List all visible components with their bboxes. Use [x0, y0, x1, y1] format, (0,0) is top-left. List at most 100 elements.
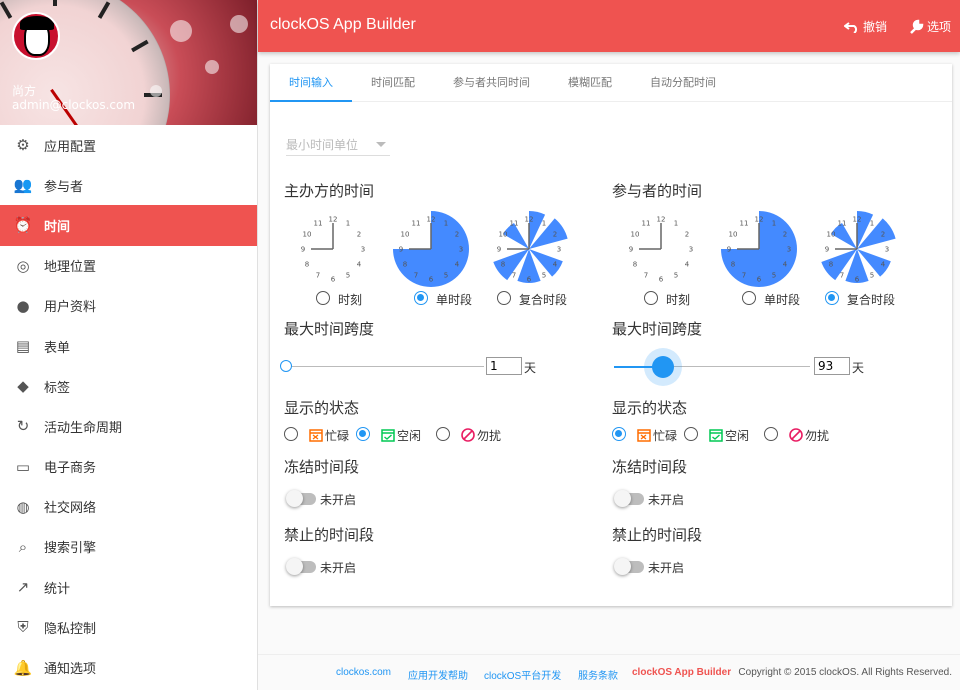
participant-mode-radio-multi-period[interactable]	[825, 291, 839, 305]
sidebar-item-trending[interactable]: ↗ 统计	[0, 567, 257, 607]
undo-button[interactable]: 撤销	[844, 18, 887, 35]
participant-forbidden-toggle[interactable]	[614, 558, 644, 575]
participant-mode-radio-single-period[interactable]	[742, 291, 756, 305]
svg-text:11: 11	[740, 220, 749, 228]
organizer-status-radio-dnd[interactable]	[436, 427, 450, 441]
sidebar-item-label: 地理位置	[44, 260, 97, 276]
svg-text:10: 10	[631, 231, 640, 239]
user-name: 尚方	[12, 84, 37, 98]
time-settings-card: 时间输入 时间匹配 参与者共同时间 模糊匹配 自动分配时间 最小时间单位 主办方的时间 1…	[270, 64, 952, 606]
participant-time-column: 参与者的时间 12 1 2 3 4 5 6 7 8 9 10 11 时刻 12 1 2 3 4 5 6 7 8 9 10 11 单时…	[612, 180, 940, 580]
organizer-mode-label: 复合时段	[519, 293, 568, 307]
sidebar-item-clipboard[interactable]: ▤ 表单	[0, 326, 257, 366]
sidebar-item-search[interactable]: ⌕ 搜索引擎	[0, 527, 257, 567]
svg-text:10: 10	[729, 231, 738, 239]
svg-text:12: 12	[657, 216, 666, 224]
svg-text:9: 9	[727, 246, 731, 254]
organizer-single-period-clock-icon: 12 1 2 3 4 5 6 7 8 9 10 11	[390, 208, 472, 290]
participant-status-radio-free[interactable]	[684, 427, 698, 441]
sidebar-item-account[interactable]: ● 用户资料	[0, 286, 257, 326]
svg-text:3: 3	[689, 246, 693, 254]
sidebar-item-label: 电子商务	[44, 461, 97, 477]
search-icon: ⌕	[18, 537, 28, 556]
participant-freeze-state: 未开启	[648, 493, 685, 507]
avatar[interactable]	[12, 12, 60, 60]
footer-link-dev-help[interactable]: 应用开发帮助	[408, 667, 468, 682]
svg-text:10: 10	[303, 231, 312, 239]
organizer-mode-radio-single-period[interactable]	[414, 291, 428, 305]
dnd-status-icon	[461, 427, 475, 442]
svg-text:12: 12	[427, 216, 436, 224]
clipboard-icon: ▤	[15, 337, 31, 356]
organizer-mode-label: 单时段	[436, 293, 473, 307]
sidebar-item-label[interactable]: ◆ 标签	[0, 366, 257, 406]
svg-text:8: 8	[731, 261, 735, 269]
undo-icon	[844, 21, 858, 33]
organizer-freeze-title: 冻结时间段	[284, 458, 360, 476]
organizer-span-input[interactable]	[486, 357, 522, 375]
sidebar-item-refresh[interactable]: ↻ 活动生命周期	[0, 406, 257, 446]
organizer-mode-radio-moment[interactable]	[316, 291, 330, 305]
participant-mode-label: 时刻	[666, 293, 691, 307]
svg-text:7: 7	[512, 272, 516, 280]
tab-0[interactable]: 时间输入	[270, 64, 352, 102]
svg-text:5: 5	[444, 272, 448, 280]
participant-status-radio-busy[interactable]	[612, 427, 626, 441]
organizer-span-unit: 天	[524, 361, 537, 375]
participant-time-title: 参与者的时间	[612, 182, 703, 200]
organizer-span-slider-handle[interactable]	[280, 360, 292, 372]
tab-1[interactable]: 时间匹配	[352, 64, 434, 101]
sidebar-item-label: 隐私控制	[44, 621, 97, 637]
participant-span-input[interactable]	[814, 357, 850, 375]
shield-icon: ⛨	[17, 618, 29, 637]
svg-text:5: 5	[870, 272, 874, 280]
svg-text:2: 2	[553, 231, 557, 239]
participant-span-slider-handle[interactable]	[652, 356, 674, 378]
svg-text:9: 9	[497, 246, 501, 254]
svg-text:2: 2	[685, 231, 689, 239]
sidebar-item-people[interactable]: 👥 参与者	[0, 165, 257, 205]
options-button[interactable]: 选项	[908, 18, 951, 35]
undo-label: 撤销	[863, 20, 888, 34]
bell-icon: 🔔	[13, 658, 33, 677]
tab-2[interactable]: 参与者共同时间	[434, 64, 549, 101]
sidebar-item-credit-card[interactable]: ▭ 电子商务	[0, 447, 257, 487]
app-header: clockOS App Builder 撤销 选项	[258, 0, 960, 52]
svg-text:3: 3	[787, 246, 791, 254]
footer-link-app-builder[interactable]: clockOS App Builder	[632, 667, 731, 678]
tab-4[interactable]: 自动分配时间	[631, 64, 735, 101]
organizer-span-slider[interactable]	[288, 366, 484, 367]
busy-status-icon	[309, 427, 323, 442]
footer-link-clockos[interactable]: clockos.com	[336, 667, 391, 678]
organizer-status-label: 忙碌	[325, 429, 350, 443]
tab-3[interactable]: 模糊匹配	[549, 64, 631, 101]
refresh-icon: ↻	[16, 417, 30, 436]
svg-text:4: 4	[783, 261, 788, 269]
svg-text:6: 6	[659, 276, 664, 284]
participant-status-radio-dnd[interactable]	[764, 427, 778, 441]
participant-status-label: 勿扰	[805, 429, 830, 443]
organizer-status-label: 空闲	[397, 429, 422, 443]
sidebar-item-alarm[interactable]: ⏰ 时间	[0, 205, 257, 246]
footer-link-platform[interactable]: clockOS平台开发	[484, 667, 561, 682]
footer-link-terms[interactable]: 服务条款	[578, 667, 618, 682]
sidebar-item-shield[interactable]: ⛨ 隐私控制	[0, 607, 257, 647]
organizer-status-radio-free[interactable]	[356, 427, 370, 441]
participant-span-slider[interactable]	[664, 366, 810, 367]
svg-text:6: 6	[855, 276, 860, 284]
participant-mode-radio-moment[interactable]	[644, 291, 658, 305]
svg-text:6: 6	[331, 276, 336, 284]
sidebar-item-bell[interactable]: 🔔 通知选项	[0, 647, 257, 687]
organizer-moment-clock-icon: 12 1 2 3 4 5 6 7 8 9 10 11	[292, 208, 374, 290]
participant-freeze-toggle[interactable]	[614, 490, 644, 507]
tab-bar: 时间输入 时间匹配 参与者共同时间 模糊匹配 自动分配时间	[270, 64, 952, 102]
svg-text:4: 4	[685, 261, 690, 269]
organizer-status-radio-busy[interactable]	[284, 427, 298, 441]
organizer-forbidden-toggle[interactable]	[286, 558, 316, 575]
sidebar-item-gear[interactable]: ⚙ 应用配置	[0, 125, 257, 165]
organizer-freeze-toggle[interactable]	[286, 490, 316, 507]
min-time-unit-select[interactable]: 最小时间单位	[286, 136, 390, 156]
sidebar-item-globe[interactable]: ◍ 社交网络	[0, 487, 257, 527]
sidebar-item-location[interactable]: ◎ 地理位置	[0, 246, 257, 286]
organizer-mode-radio-multi-period[interactable]	[497, 291, 511, 305]
